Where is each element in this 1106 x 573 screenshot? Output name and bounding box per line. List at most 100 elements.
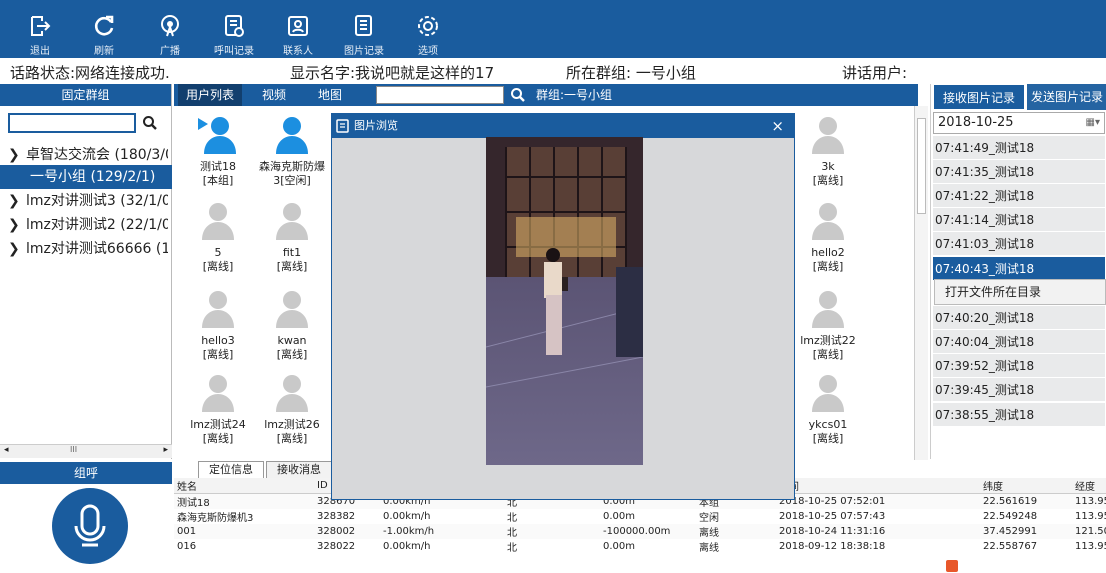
group-item-lmz66666[interactable]: ❯ lmz对讲测试66666 (16/ [6, 237, 168, 261]
user-search-button[interactable] [506, 86, 530, 104]
image-viewer-dialog: 图片浏览 × [331, 113, 795, 500]
image-record-item[interactable]: 07:38:55_测试18 [933, 403, 1105, 427]
user-card[interactable]: lmz测试26 [离线] [250, 370, 334, 446]
call-log-icon [225, 15, 244, 37]
image-record-item[interactable]: 07:40:20_测试18 [933, 306, 1105, 330]
group-search-input[interactable] [8, 113, 136, 133]
group-item-lmz2[interactable]: ❯ lmz对讲测试2 (22/1/0) [6, 213, 168, 237]
display-name: 显示名字:我说吧就是这样的17 [290, 64, 495, 82]
dialog-title: 图片浏览 [354, 119, 398, 132]
tab-video[interactable]: 视频 [254, 84, 294, 106]
tab-received-messages[interactable]: 接收消息 [266, 461, 332, 478]
exit-button[interactable]: 退出 [10, 0, 70, 58]
tab-sent-images[interactable]: 发送图片记录 [1027, 84, 1106, 110]
image-records-panel: 接收图片记录 发送图片记录 2018-10-25 ▦▾ 07:41:49_测试1… [930, 84, 1106, 459]
chevron-right-icon: ❯ [8, 147, 20, 163]
user-card[interactable]: lmz测试22 [离线] [786, 286, 870, 362]
scroll-right-icon: ▸ [163, 445, 168, 455]
call-log-button[interactable]: 呼叫记录 [204, 0, 264, 58]
image-record-item[interactable]: 07:41:35_测试18 [933, 160, 1105, 184]
app-tray-icon[interactable] [946, 560, 958, 572]
user-card[interactable]: 5 [离线] [176, 198, 260, 274]
speaking-user: 讲话用户: [842, 64, 908, 82]
settings-button[interactable]: 选项 [398, 0, 458, 58]
image-record-item[interactable]: 07:39:45_测试18 [933, 378, 1105, 402]
user-avatar-offline-icon [202, 291, 234, 328]
chevron-right-icon: ❯ [8, 193, 20, 209]
group-item-lmz3[interactable]: ❯ lmz对讲测试3 (32/1/0) [6, 189, 168, 213]
image-record-item-selected[interactable]: 07:40:43_测试18 [933, 257, 1105, 281]
system-tray [944, 560, 1106, 573]
toolbar: 退出 刷新 广播 呼叫记录 联系人 图片记录 选项 [0, 0, 1106, 58]
horizontal-scrollbar[interactable]: ◂ III ▸ [0, 444, 172, 458]
user-avatar-offline-icon [276, 375, 308, 412]
table-row[interactable]: 森海克斯防爆机3 328382 0.00km/h 北 0.00m 空闲 2018-10-25… [174, 509, 1106, 524]
context-menu-open-folder[interactable]: 打开文件所在目录 [934, 279, 1106, 305]
scroll-left-icon: ◂ [4, 445, 9, 455]
contacts-icon [288, 16, 308, 36]
settings-icon [418, 16, 438, 36]
table-row[interactable]: 001 328002 -1.00km/h 北 -100000.00m 离线 2018-10-… [174, 524, 1106, 539]
group-item-yihao[interactable]: 一号小组 (129/2/1) [0, 165, 172, 189]
group-call-button[interactable] [52, 488, 128, 564]
group-panel: 固定群组 [0, 84, 172, 459]
current-group: 所在群组: 一号小组 [566, 64, 696, 82]
microphone-icon [74, 504, 106, 547]
image-record-item[interactable]: 07:41:22_测试18 [933, 184, 1105, 208]
chevron-right-icon: ❯ [8, 217, 20, 233]
dialog-titlebar: 图片浏览 × [332, 114, 794, 138]
tab-map[interactable]: 地图 [310, 84, 350, 106]
group-search-button[interactable] [136, 113, 166, 133]
contacts-button[interactable]: 联系人 [268, 0, 328, 58]
user-avatar-offline-icon [812, 291, 844, 328]
col-name[interactable]: 姓名 [174, 478, 314, 494]
tab-user-list[interactable]: 用户列表 [178, 84, 243, 106]
image-log-button[interactable]: 图片记录 [334, 0, 394, 58]
group-call-header: 组呼 [0, 462, 172, 484]
col-time[interactable]: 时间 [776, 478, 980, 494]
image-record-item[interactable]: 07:40:04_测试18 [933, 330, 1105, 354]
chevron-right-icon: ❯ [8, 241, 20, 257]
search-icon [143, 116, 157, 130]
refresh-button[interactable]: 刷新 [74, 0, 134, 58]
user-card[interactable]: hello3 [离线] [176, 286, 260, 362]
user-card[interactable]: lmz测试24 [离线] [176, 370, 260, 446]
refresh-icon [94, 15, 114, 36]
broadcast-button[interactable]: 广播 [140, 0, 200, 58]
col-latitude[interactable]: 纬度 [980, 478, 1072, 494]
image-record-item[interactable]: 07:41:14_测试18 [933, 208, 1105, 232]
tab-received-images[interactable]: 接收图片记录 [933, 84, 1025, 110]
connection-status: 话路状态:网络连接成功. [10, 64, 170, 82]
tab-location-info[interactable]: 定位信息 [198, 461, 264, 478]
user-avatar-offline-icon [202, 375, 234, 412]
exit-icon [31, 16, 51, 36]
scroll-thumb[interactable] [917, 118, 926, 214]
close-icon[interactable]: × [771, 114, 784, 138]
user-card[interactable]: 测试18 [本组] [176, 112, 260, 188]
image-viewer-icon [336, 119, 349, 133]
photo-image [486, 137, 643, 465]
user-avatar-offline-icon [276, 291, 308, 328]
table-row[interactable]: 016 328022 0.00km/h 北 0.00m 离线 2018-09-12 18:3… [174, 539, 1106, 554]
image-record-item[interactable]: 07:39:52_测试18 [933, 354, 1105, 378]
user-avatar-offline-icon [276, 203, 308, 240]
col-longitude[interactable]: 经度 [1072, 478, 1106, 494]
user-avatar-offline-icon [812, 203, 844, 240]
image-record-item[interactable]: 07:41:49_测试18 [933, 136, 1105, 160]
user-card[interactable]: kwan [离线] [250, 286, 334, 362]
user-search-input[interactable] [376, 86, 504, 104]
image-record-item[interactable]: 07:41:03_测试18 [933, 232, 1105, 256]
user-avatar-offline-icon [812, 375, 844, 412]
group-label: 群组:一号小组 [536, 88, 613, 102]
fixed-groups-header: 固定群组 [0, 84, 171, 106]
vertical-scrollbar[interactable] [914, 106, 928, 460]
user-card[interactable]: 森海克斯防爆3[空闲] [250, 112, 334, 188]
broadcast-icon [161, 15, 179, 37]
group-item-zhuozhida[interactable]: ❯ 卓智达交流会 (180/3/0) [6, 143, 168, 167]
user-card[interactable]: ykcs01 [离线] [786, 370, 870, 446]
user-card[interactable]: fit1 [离线] [250, 198, 334, 274]
date-picker[interactable]: 2018-10-25 ▦▾ [933, 112, 1105, 134]
user-card[interactable]: hello2 [离线] [786, 198, 870, 274]
user-card[interactable]: 3k [离线] [786, 112, 870, 188]
search-icon [511, 88, 525, 102]
